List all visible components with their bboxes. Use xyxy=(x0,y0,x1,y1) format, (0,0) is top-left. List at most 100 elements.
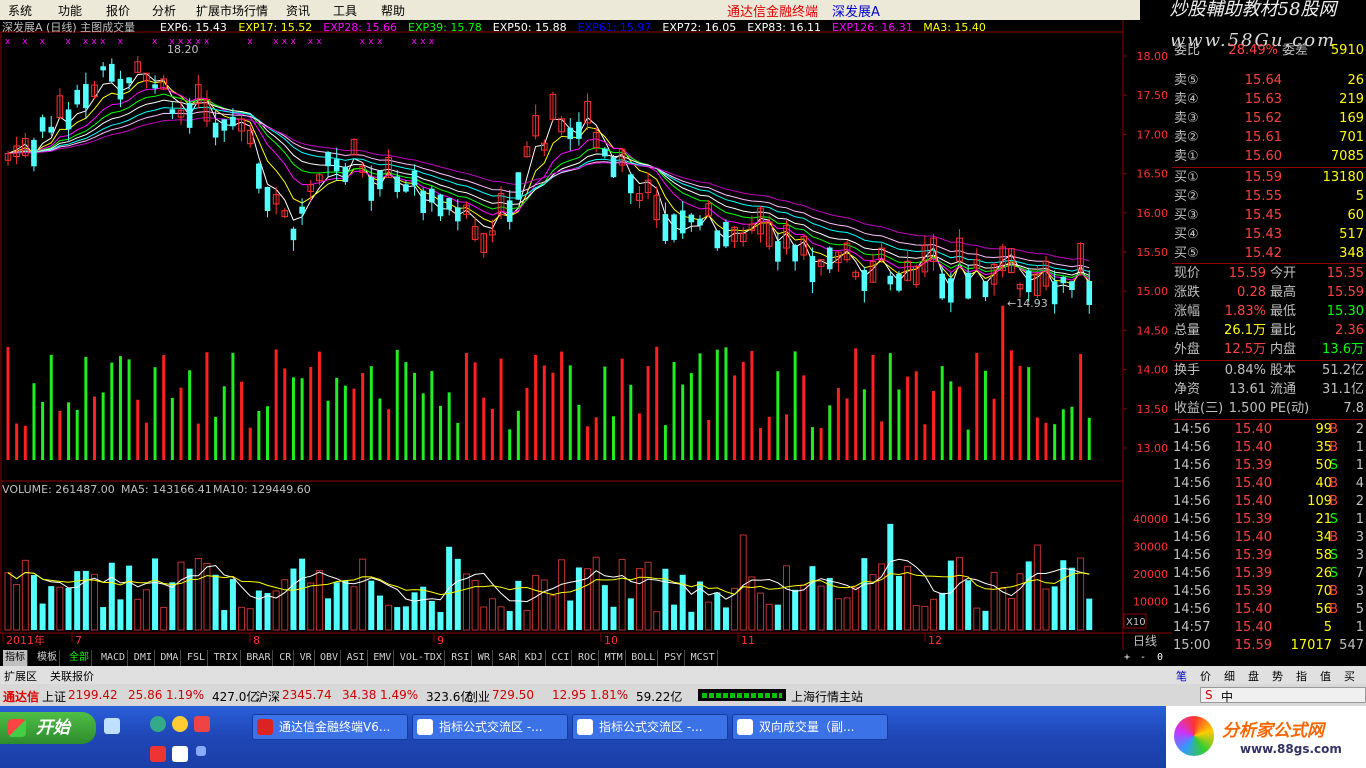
stat-value: 15.59 xyxy=(1228,266,1266,281)
tray-arrow-icon[interactable] xyxy=(196,746,206,756)
histogram-bar xyxy=(404,362,408,460)
indicator-tab[interactable]: KDJ xyxy=(523,650,546,666)
indicator-tab[interactable]: BRAR xyxy=(244,650,274,666)
quote-tab[interactable]: 笔 xyxy=(1176,668,1187,684)
candle-body xyxy=(826,247,833,270)
indicator-tab[interactable]: VOL-TDX xyxy=(398,650,445,666)
ask-row: 卖② 15.61 701 xyxy=(1172,129,1366,147)
start-button[interactable]: 开始 xyxy=(0,712,96,744)
histogram-bar xyxy=(352,388,356,460)
menu-system[interactable]: 系统 xyxy=(8,2,32,19)
ext-tab-related[interactable]: 关联报价 xyxy=(50,668,94,684)
histogram-bar xyxy=(975,352,979,460)
ema-label: MA3: 15.40 xyxy=(923,21,986,34)
indicator-tab[interactable]: MCST xyxy=(689,650,718,666)
index-name[interactable]: 上证 xyxy=(42,688,66,705)
indicator-tab[interactable]: BOLL xyxy=(629,650,659,666)
indicator-tab[interactable]: RSI xyxy=(449,650,473,666)
quicklaunch-icon[interactable] xyxy=(172,716,188,732)
signal-marker: x xyxy=(368,37,374,47)
histogram-bar xyxy=(629,384,633,460)
volume-bar xyxy=(39,603,46,630)
taskbar-btn-tdx[interactable]: 通达信金融终端V6... xyxy=(252,714,408,740)
taskbar-btn-forum2[interactable]: 指标公式交流区 -... xyxy=(572,714,728,740)
indicator-tab[interactable]: 指标 xyxy=(3,650,28,666)
period-label[interactable]: 日线 xyxy=(1133,634,1157,648)
tick-price: 15.39 xyxy=(1234,566,1272,581)
volume-bar xyxy=(108,562,115,630)
indicator-tab[interactable]: CCI xyxy=(549,650,573,666)
indicator-tab[interactable]: FSL xyxy=(185,650,209,666)
quote-tab[interactable]: 指 xyxy=(1296,668,1307,684)
zoom-out-button[interactable]: - xyxy=(1140,650,1146,666)
indicator-tab[interactable]: OBV xyxy=(318,650,342,666)
indicator-tab[interactable]: 模板 xyxy=(35,650,60,666)
zoom-in-button[interactable]: + xyxy=(1124,650,1130,666)
menu-news[interactable]: 资讯 xyxy=(286,2,310,19)
browser-icon[interactable] xyxy=(150,716,166,732)
bid-row: 买⑤ 15.42 348 xyxy=(1172,245,1366,263)
tick-price: 15.39 xyxy=(1234,458,1272,473)
indicator-tab[interactable]: VR xyxy=(298,650,315,666)
indicator-tab[interactable]: DMI xyxy=(132,650,155,666)
indicator-tab[interactable]: MTM xyxy=(603,650,626,666)
desktop-icon[interactable] xyxy=(104,718,120,734)
indicator-tab[interactable]: EMV xyxy=(371,650,395,666)
histogram-bar xyxy=(603,366,607,460)
tick-price: 15.40 xyxy=(1234,602,1272,617)
bid-row: 买③ 15.45 60 xyxy=(1172,207,1366,225)
indicator-tab[interactable]: CR xyxy=(277,650,295,666)
menu-extended-market[interactable]: 扩展市场行情 xyxy=(196,2,268,19)
bid-volume: 13180 xyxy=(1322,170,1364,185)
taskbar-btn-forum1[interactable]: 指标公式交流区 -... xyxy=(412,714,568,740)
quote-tab[interactable]: 价 xyxy=(1200,668,1211,684)
taskbar-btn-formula[interactable]: 双向成交量（副... xyxy=(732,714,888,740)
indicator-tab[interactable]: WR xyxy=(476,650,493,666)
server-name[interactable]: 上海行情主站 xyxy=(791,688,863,705)
quote-tab[interactable]: 买 xyxy=(1344,668,1355,684)
menu-quote[interactable]: 报价 xyxy=(106,2,130,19)
histogram-bar xyxy=(430,371,434,460)
volume-bar xyxy=(1068,567,1075,630)
sogou-icon[interactable] xyxy=(150,746,166,762)
indicator-tab[interactable]: TRIX xyxy=(212,650,241,666)
quote-tab[interactable]: 势 xyxy=(1272,668,1283,684)
partial-value: 28.49% xyxy=(1228,43,1278,58)
ask-volume: 219 xyxy=(1339,92,1364,107)
indicator-tab[interactable]: PSY xyxy=(662,650,686,666)
fund-value: 13.61 xyxy=(1228,382,1266,397)
indicator-tab[interactable]: ROC xyxy=(576,650,600,666)
menu-tools[interactable]: 工具 xyxy=(333,2,357,19)
indicator-tab[interactable]: 全部 xyxy=(67,650,92,666)
help-icon[interactable] xyxy=(172,746,188,762)
ask-price: 15.64 xyxy=(1244,73,1282,88)
signal-marker: x xyxy=(204,37,210,47)
candle-body xyxy=(697,218,703,226)
candle-body xyxy=(679,210,686,234)
menu-analysis[interactable]: 分析 xyxy=(152,2,176,19)
quote-tab[interactable]: 细 xyxy=(1224,668,1235,684)
quote-tab[interactable]: 盘 xyxy=(1248,668,1259,684)
reset-button[interactable]: 0 xyxy=(1157,650,1163,666)
histogram-bar xyxy=(707,420,711,460)
histogram-bar xyxy=(482,397,486,460)
histogram-bar xyxy=(551,372,555,460)
kline-chart[interactable]: 深发展A (日线) 主图成交量 EXP6: 15.43 EXP17: 15.52 EX… xyxy=(0,20,1172,652)
menu-function[interactable]: 功能 xyxy=(58,2,82,19)
menu-help[interactable]: 帮助 xyxy=(381,2,405,19)
indicator-tab[interactable]: SAR xyxy=(496,650,520,666)
volume-bar xyxy=(601,585,608,630)
index-name[interactable]: 创业 xyxy=(466,688,490,705)
candle-body xyxy=(688,214,695,223)
indicator-tab[interactable]: MACD xyxy=(99,650,129,666)
quote-tab[interactable]: 值 xyxy=(1320,668,1331,684)
candle-body xyxy=(65,109,72,130)
indicator-tab[interactable]: ASI xyxy=(345,650,368,666)
bid-volume: 5 xyxy=(1355,189,1364,204)
candle-body xyxy=(775,241,781,262)
index-name[interactable]: 沪深 xyxy=(256,688,280,705)
input-method-bar[interactable]: S 中 xyxy=(1200,687,1366,704)
app-launch-icon[interactable] xyxy=(194,716,210,732)
indicator-tab[interactable]: DMA xyxy=(158,650,182,666)
ext-tab-extension[interactable]: 扩展区 xyxy=(4,668,37,684)
